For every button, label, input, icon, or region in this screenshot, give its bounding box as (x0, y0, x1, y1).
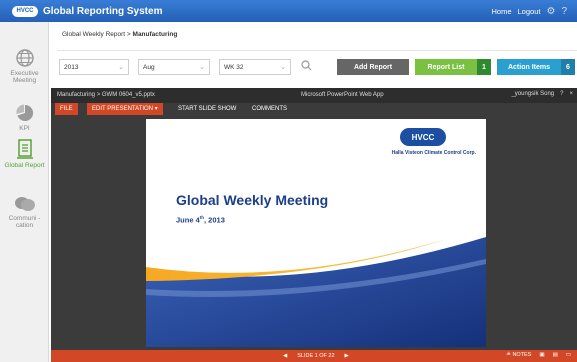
notes-button[interactable]: ≗ NOTES (506, 352, 531, 358)
tab-comments[interactable]: COMMENTS (247, 103, 292, 115)
month-select-value: Aug (143, 64, 155, 71)
report-icon (16, 139, 33, 159)
slide-date: June 4th, 2013 (176, 215, 225, 225)
week-select-value: WK 32 (224, 64, 244, 71)
year-select-value: 2013 (64, 64, 79, 71)
globe-icon (15, 49, 34, 67)
previous-slide-icon[interactable]: ◀ (283, 353, 287, 359)
action-items-count-badge: 6 (561, 59, 575, 75)
app-title: Global Reporting System (43, 5, 163, 17)
app-logo[interactable]: HVCC (12, 5, 38, 17)
slide-show-view-icon[interactable]: ▭ (566, 352, 571, 358)
top-links: Home Logout ⚙ ? (492, 0, 568, 22)
chevron-down-icon: ⌄ (118, 64, 124, 71)
breadcrumb-current: Manufacturing (132, 31, 178, 38)
filter-row: 2013 ⌄ Aug ⌄ WK 32 ⌄ Add Report Report L… (57, 50, 577, 84)
sidebar-item-global-report[interactable]: Global Report (0, 138, 49, 169)
week-select[interactable]: WK 32 ⌄ (219, 59, 291, 75)
breadcrumb: Global Weekly Report > Manufacturing (62, 31, 177, 38)
sidebar-item-label: Communi -cation (8, 215, 41, 229)
home-link[interactable]: Home (492, 7, 512, 16)
hvcc-logo: HVCC (400, 128, 446, 146)
report-list-count-badge: 1 (477, 59, 491, 75)
help-icon[interactable]: ? (561, 6, 567, 17)
tab-file[interactable]: FILE (55, 103, 78, 115)
sidebar-item-label: KPI (19, 125, 30, 132)
close-icon[interactable]: × (569, 91, 573, 97)
viewer-app-name: Microsoft PowerPoint Web App (301, 92, 384, 98)
sidebar: Executive Meeting KPI Global Report Comm… (0, 22, 49, 362)
pie-chart-icon (15, 104, 33, 121)
add-report-button[interactable]: Add Report (337, 59, 409, 75)
breadcrumb-separator: > (126, 31, 131, 38)
breadcrumb-parent[interactable]: Global Weekly Report (62, 31, 125, 38)
slide-date-day: June 4 (176, 215, 200, 225)
normal-view-icon[interactable]: ▣ (539, 352, 544, 358)
slide-counter: SLIDE 1 OF 22 (297, 353, 335, 359)
slide-title: Global Weekly Meeting (176, 192, 329, 208)
sidebar-item-executive-meeting[interactable]: Executive Meeting (0, 48, 49, 84)
report-list-button[interactable]: Report List (415, 59, 477, 75)
settings-icon[interactable]: ⚙ (546, 6, 555, 17)
viewer-user-area: _youngsik Song ? × (511, 91, 573, 97)
status-bar-controls: ≗ NOTES ▣ ▤ ▭ (506, 352, 571, 358)
month-select[interactable]: Aug ⌄ (138, 59, 210, 75)
viewer-ribbon: FILE EDIT PRESENTATION ▾ START SLIDE SHO… (51, 103, 577, 115)
year-select[interactable]: 2013 ⌄ (59, 59, 129, 75)
sidebar-item-communication[interactable]: Communi -cation (0, 195, 49, 229)
company-name: Halla Visteon Climate Control Corp. (391, 150, 476, 156)
top-bar: HVCC Global Reporting System Home Logout… (0, 0, 577, 22)
chevron-down-icon: ⌄ (199, 64, 205, 71)
viewer-status-bar: ◀ SLIDE 1 OF 22 ▶ ≗ NOTES ▣ ▤ ▭ (51, 350, 577, 362)
slide-navigation: ◀ SLIDE 1 OF 22 ▶ (283, 353, 349, 359)
next-slide-icon[interactable]: ▶ (345, 353, 349, 359)
reading-view-icon[interactable]: ▤ (553, 352, 558, 358)
tab-edit-presentation[interactable]: EDIT PRESENTATION ▾ (87, 103, 163, 115)
sidebar-item-kpi[interactable]: KPI (0, 103, 49, 132)
search-icon[interactable] (301, 60, 312, 71)
help-icon[interactable]: ? (560, 91, 563, 97)
sidebar-item-label: Executive Meeting (10, 70, 39, 84)
logout-link[interactable]: Logout (518, 7, 541, 16)
sidebar-item-label: Global Report (4, 162, 45, 169)
tab-start-slide-show[interactable]: START SLIDE SHOW (173, 103, 241, 115)
viewer-header: Manufacturing > GWM 0604_v5.pptx Microso… (51, 88, 577, 103)
viewer-file-path[interactable]: Manufacturing > GWM 0604_v5.pptx (57, 92, 155, 98)
chevron-down-icon: ⌄ (280, 64, 286, 71)
chat-bubbles-icon (14, 197, 35, 211)
slide-canvas[interactable]: HVCC Halla Visteon Climate Control Corp.… (146, 119, 486, 347)
action-items-button[interactable]: Action Items (497, 59, 561, 75)
notes-label: NOTES (512, 352, 532, 358)
ppt-viewer: Manufacturing > GWM 0604_v5.pptx Microso… (51, 88, 577, 362)
slide-date-year: , 2013 (204, 215, 225, 225)
viewer-user-name[interactable]: _youngsik Song (511, 91, 554, 97)
